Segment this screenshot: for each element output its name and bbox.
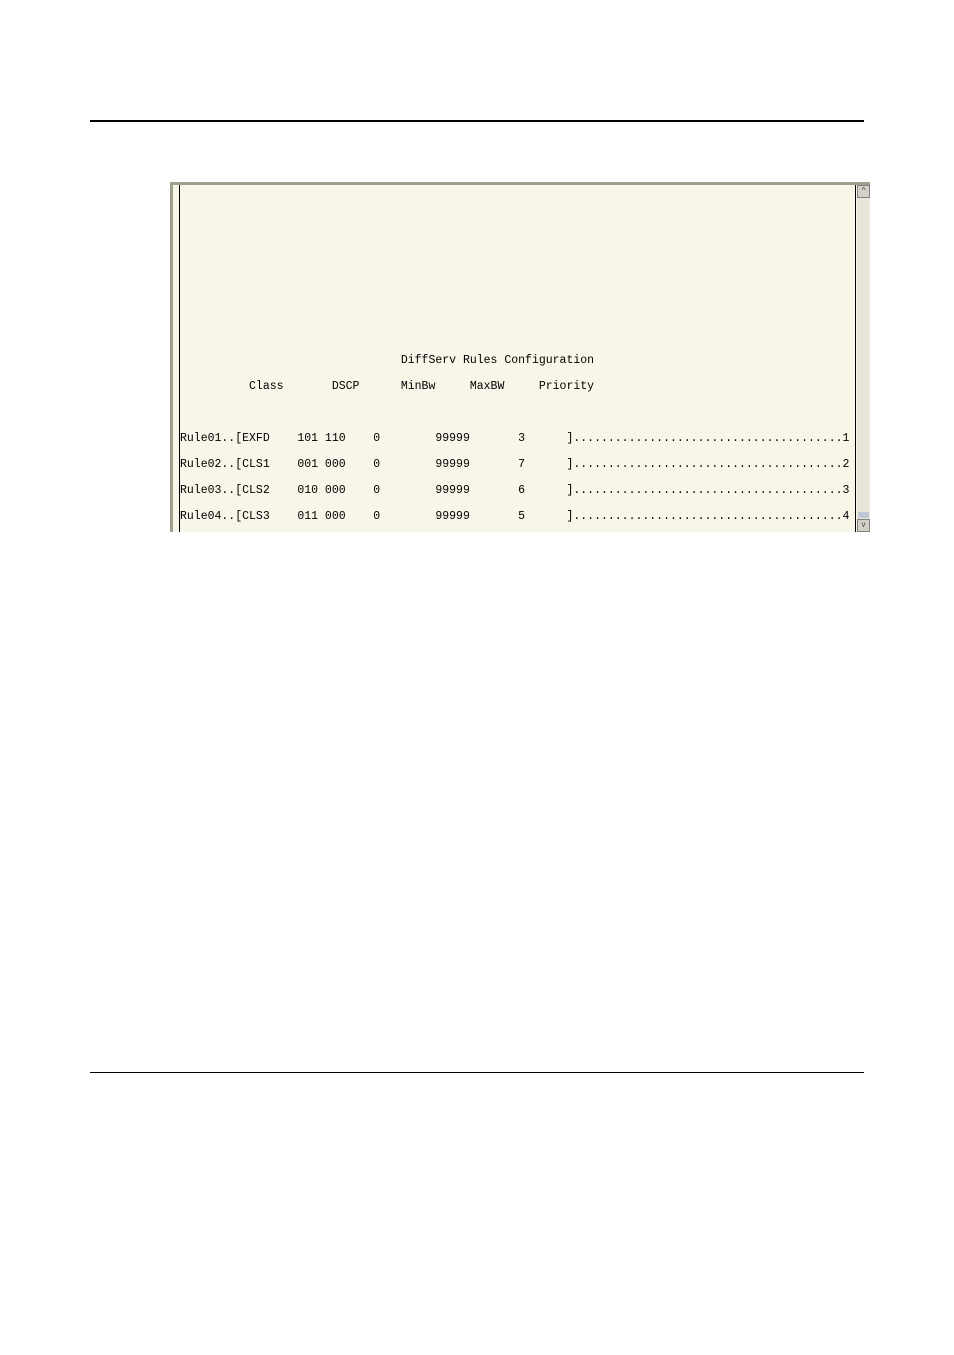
- rule-row[interactable]: Rule01..[EXFD 101 110 0 99999 3 ].......…: [180, 432, 855, 445]
- rule-row[interactable]: Rule03..[CLS2 010 000 0 99999 6 ].......…: [180, 484, 855, 497]
- vertical-scrollbar[interactable]: ^ v: [857, 185, 870, 532]
- scroll-up-icon[interactable]: ^: [857, 185, 870, 198]
- terminal-window: DiffServ Rules Configuration Class DSCP …: [170, 182, 870, 532]
- rule-row[interactable]: Rule04..[CLS3 011 000 0 99999 5 ].......…: [180, 510, 855, 523]
- scroll-down-icon[interactable]: v: [857, 519, 870, 532]
- scroll-thumb[interactable]: [858, 512, 869, 518]
- column-headers: Class DSCP MinBw MaxBW Priority: [180, 380, 855, 393]
- header-divider: [90, 120, 864, 122]
- terminal-content: DiffServ Rules Configuration Class DSCP …: [179, 185, 856, 532]
- footer-divider: [90, 1072, 864, 1073]
- rule-row[interactable]: Rule02..[CLS1 001 000 0 99999 7 ].......…: [180, 458, 855, 471]
- screen-title: DiffServ Rules Configuration: [180, 354, 855, 367]
